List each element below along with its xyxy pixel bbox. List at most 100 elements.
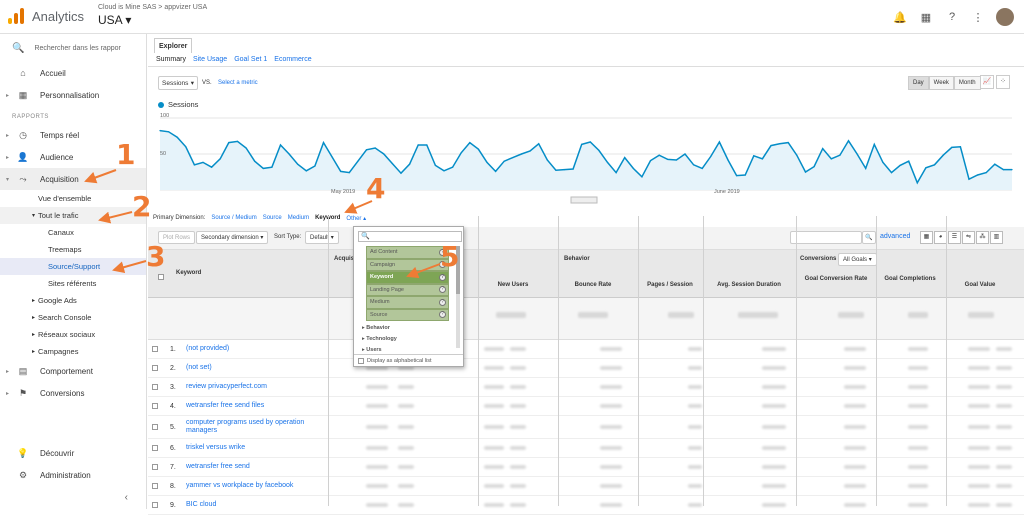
data-point[interactable] (288, 153, 290, 155)
data-point[interactable] (994, 163, 996, 165)
row-checkbox[interactable] (152, 403, 158, 409)
sidebar-search[interactable]: 🔍 Rechercher dans les rappor (0, 34, 146, 62)
dim-source-medium[interactable]: Source / Medium (211, 215, 256, 222)
data-point[interactable] (830, 158, 832, 160)
data-point[interactable] (331, 156, 333, 158)
data-point[interactable] (271, 166, 273, 168)
pivot-view-icon[interactable]: ▥ (990, 231, 1003, 244)
dropdown-item-ad-content[interactable]: Ad Content? (366, 246, 449, 259)
keyword-link[interactable]: computer programs used by operation mana… (186, 419, 310, 435)
data-point[interactable] (469, 142, 471, 144)
data-point[interactable] (357, 160, 359, 162)
data-point[interactable] (383, 153, 385, 155)
sidebar-item-channels[interactable]: Canaux (0, 224, 146, 241)
data-point[interactable] (228, 142, 230, 144)
data-point[interactable] (847, 140, 850, 142)
sidebar-item-overview[interactable]: Vue d'ensemble (0, 190, 146, 207)
select-all-checkbox[interactable] (158, 274, 164, 280)
data-point[interactable] (1002, 169, 1004, 171)
term-cloud-icon[interactable]: ⁂ (976, 231, 989, 244)
data-point[interactable] (899, 164, 901, 166)
sidebar-item-all-traffic[interactable]: ▾ Tout le trafic (0, 207, 146, 224)
tab-summary[interactable]: Summary (156, 56, 186, 63)
data-point[interactable] (202, 161, 204, 163)
more-vert-icon[interactable]: ⋮ (970, 11, 986, 24)
data-point[interactable] (658, 154, 660, 156)
metric-select[interactable]: Sessions ▾ (158, 76, 198, 90)
tab-ecommerce[interactable]: Ecommerce (274, 56, 311, 63)
sidebar-item-campaigns[interactable]: ▸ Campagnes (0, 343, 146, 360)
data-point[interactable] (262, 167, 264, 169)
column-header-pages-session[interactable]: Pages / Session (638, 282, 702, 288)
tab-site-usage[interactable]: Site Usage (193, 56, 227, 63)
sidebar-item-customization[interactable]: ▸ ▦ Personnalisation (0, 84, 146, 106)
data-point[interactable] (641, 176, 643, 178)
sidebar-item-referrals[interactable]: Sites référents (0, 275, 146, 292)
sidebar-item-source-medium[interactable]: Source/Support (0, 258, 146, 275)
keyword-link[interactable]: BIC cloud (186, 501, 310, 509)
data-point[interactable] (632, 167, 634, 169)
data-point[interactable] (736, 175, 738, 177)
chart-resize-handle[interactable] (570, 196, 598, 204)
data-point[interactable] (495, 170, 497, 172)
keyword-link[interactable]: (not set) (186, 364, 310, 372)
data-point[interactable] (236, 140, 239, 142)
performance-view-icon[interactable]: ☰ (948, 231, 961, 244)
data-point[interactable] (1011, 169, 1013, 171)
data-point[interactable] (787, 142, 789, 144)
data-point[interactable] (908, 160, 910, 162)
row-checkbox[interactable] (152, 365, 158, 371)
data-point[interactable] (176, 136, 178, 138)
data-point[interactable] (520, 153, 523, 155)
data-point[interactable] (452, 166, 454, 168)
data-point[interactable] (675, 159, 677, 161)
sessions-chart[interactable]: 100 50 May 2019 June 2019 (148, 112, 1024, 208)
data-point[interactable] (538, 143, 540, 145)
data-point[interactable] (925, 167, 927, 169)
sidebar-item-google-ads[interactable]: ▸ Google Ads (0, 292, 146, 309)
data-point[interactable] (710, 155, 712, 157)
advanced-link[interactable]: advanced (880, 233, 910, 240)
data-point[interactable] (718, 141, 720, 143)
sidebar-item-discover[interactable]: 💡 Découvrir (0, 442, 147, 464)
column-header-avg-duration[interactable]: Avg. Session Duration (706, 282, 792, 288)
data-point[interactable] (185, 146, 187, 148)
data-point[interactable] (314, 165, 316, 167)
data-point[interactable] (159, 130, 161, 132)
data-point[interactable] (839, 154, 841, 156)
data-point[interactable] (322, 142, 325, 144)
data-point[interactable] (951, 146, 953, 148)
data-point[interactable] (624, 157, 626, 159)
data-point[interactable] (460, 152, 462, 154)
goals-select[interactable]: All Goals ▾ (838, 253, 877, 266)
data-point[interactable] (365, 149, 368, 151)
data-point[interactable] (727, 159, 729, 161)
data-point[interactable] (692, 164, 695, 166)
row-checkbox[interactable] (152, 445, 158, 451)
data-point[interactable] (417, 144, 419, 146)
data-point[interactable] (882, 161, 884, 163)
search-icon[interactable]: 🔍 (862, 231, 876, 244)
column-header-bounce-rate[interactable]: Bounce Rate (558, 282, 628, 288)
data-point[interactable] (959, 146, 961, 148)
secondary-dimension-select[interactable]: Secondary dimension ▾ (196, 231, 269, 244)
day-button[interactable]: Day (908, 76, 929, 90)
column-header-goal-value[interactable]: Goal Value (948, 282, 1012, 288)
table-search-input[interactable] (790, 231, 862, 244)
dropdown-category-technology[interactable]: ▸ Technology (362, 333, 452, 344)
sidebar-item-conversions[interactable]: ▸ ⚑ Conversions (0, 382, 146, 404)
data-point[interactable] (529, 150, 531, 152)
table-view-icon[interactable]: ▦ (920, 231, 933, 244)
tab-explorer[interactable]: Explorer (154, 38, 193, 53)
data-point[interactable] (443, 170, 445, 172)
line-chart-icon[interactable]: 📈 (980, 75, 994, 89)
data-point[interactable] (400, 172, 402, 174)
data-point[interactable] (684, 153, 686, 155)
row-checkbox[interactable] (152, 502, 158, 508)
data-point[interactable] (615, 172, 617, 174)
account-breadcrumb[interactable]: Cloud is Mine SAS > appvizer USA (98, 4, 207, 11)
data-point[interactable] (744, 174, 746, 176)
data-point[interactable] (408, 163, 411, 165)
week-button[interactable]: Week (928, 76, 954, 90)
dropdown-item-campaign[interactable]: Campaign? (366, 258, 449, 271)
